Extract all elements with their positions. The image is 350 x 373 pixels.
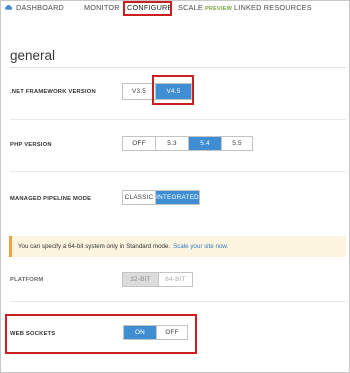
php-version-label: PHP VERSION xyxy=(10,142,52,148)
row-divider xyxy=(10,119,346,120)
platform-selector: 32-BIT 64-BIT xyxy=(122,272,193,287)
nav-linked-resources[interactable]: LINKED RESOURCES xyxy=(234,3,312,12)
configure-page: DASHBOARD MONITOR CONFIGURE SCALE PREVIEW… xyxy=(0,0,350,373)
row-divider xyxy=(10,171,346,172)
pipeline-option-classic[interactable]: CLASSIC xyxy=(123,191,155,204)
configure-highlight-outline xyxy=(123,1,172,16)
php-option-55[interactable]: 5.5 xyxy=(221,137,252,150)
scale-site-link[interactable]: Scale your site now. xyxy=(173,243,228,250)
preview-badge: PREVIEW xyxy=(204,6,233,12)
section-title: general xyxy=(10,48,56,63)
top-navigation: DASHBOARD MONITOR CONFIGURE SCALE PREVIEW… xyxy=(1,1,349,17)
notice-text: You can specify a 64-bit system only in … xyxy=(18,243,171,250)
php-option-off[interactable]: OFF xyxy=(123,137,155,150)
php-version-selector: OFF 5.3 5.4 5.5 xyxy=(122,136,253,151)
php-option-53[interactable]: 5.3 xyxy=(155,137,188,150)
standard-mode-notice: You can specify a 64-bit system only in … xyxy=(9,236,346,257)
pipeline-mode-selector: CLASSIC INTEGRATED xyxy=(122,190,200,205)
row-divider xyxy=(10,301,346,302)
cloud-icon xyxy=(5,4,13,10)
nav-dashboard[interactable]: DASHBOARD xyxy=(16,3,64,12)
nav-scale-label: SCALE xyxy=(178,3,203,12)
net-framework-option-v35[interactable]: V3.5 xyxy=(123,84,155,99)
net-framework-highlight-outline xyxy=(152,75,194,105)
platform-label: PLATFORM xyxy=(10,277,44,283)
platform-option-32bit[interactable]: 32-BIT xyxy=(123,273,158,286)
php-option-54[interactable]: 5.4 xyxy=(188,137,221,150)
nav-monitor[interactable]: MONITOR xyxy=(84,3,120,12)
pipeline-mode-label: MANAGED PIPELINE MODE xyxy=(10,196,92,202)
platform-option-64bit[interactable]: 64-BIT xyxy=(158,273,192,286)
web-sockets-highlight-outline xyxy=(5,314,197,354)
pipeline-option-integrated[interactable]: INTEGRATED xyxy=(155,191,199,204)
nav-scale[interactable]: SCALE PREVIEW xyxy=(178,3,232,12)
section-divider xyxy=(10,67,346,68)
net-framework-label: .NET FRAMEWORK VERSION xyxy=(10,89,96,95)
